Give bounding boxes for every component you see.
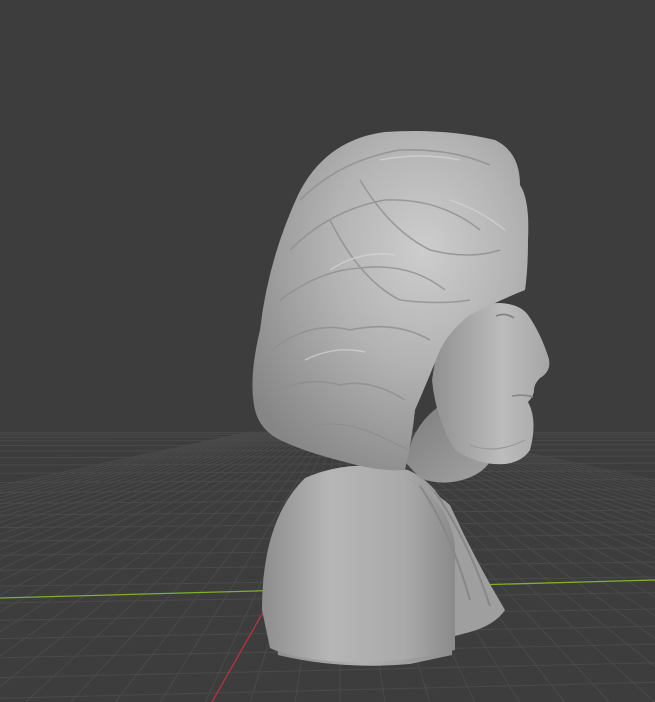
- y-axis-line: [211, 599, 271, 702]
- viewport-canvas[interactable]: [0, 0, 655, 702]
- 3d-viewport[interactable]: [0, 0, 655, 702]
- grid-line: [0, 662, 655, 679]
- sculpted-bust-mesh[interactable]: [252, 131, 550, 666]
- grid-line: [0, 681, 655, 699]
